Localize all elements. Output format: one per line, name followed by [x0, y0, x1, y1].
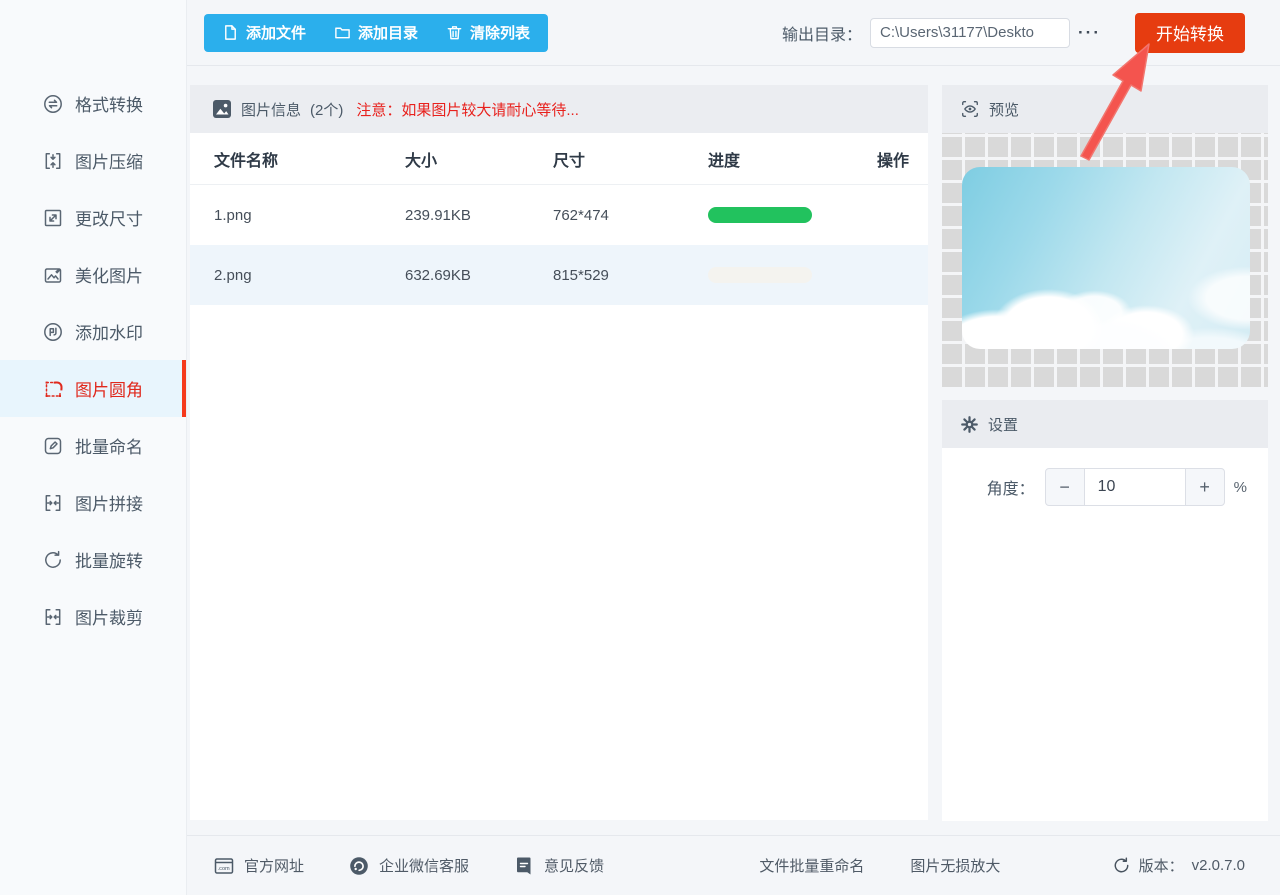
add-directory-button[interactable]: 添加目录: [320, 14, 432, 52]
sidebar-item-resize[interactable]: 更改尺寸: [0, 189, 186, 246]
cell-dimensions: 815*529: [553, 267, 708, 284]
format-convert-icon: [42, 93, 64, 115]
resize-icon: [42, 207, 64, 229]
preview-header: 预览: [942, 85, 1268, 133]
warning-note: 注意：如果图片较大请耐心等待...: [356, 99, 579, 120]
rotate-icon: [42, 549, 64, 571]
table-row: 2.png 632.69KB 815*529: [190, 245, 928, 305]
sidebar-item-beautify[interactable]: 美化图片: [0, 246, 186, 303]
feedback-link[interactable]: 意见反馈: [513, 855, 604, 877]
cell-size: 239.91KB: [405, 207, 553, 224]
col-size: 大小: [405, 147, 553, 171]
transparency-grid: [942, 133, 1268, 387]
preview-eye-icon: [960, 99, 980, 119]
browse-dots-button[interactable]: ···: [1078, 23, 1101, 43]
rounded-corner-icon: [42, 378, 64, 400]
settings-header: 设置: [942, 400, 1268, 448]
sidebar-item-label: 批量旋转: [75, 547, 143, 572]
col-dimensions: 尺寸: [553, 147, 708, 171]
file-count: (2个): [310, 99, 343, 120]
angle-unit: %: [1234, 479, 1247, 496]
sidebar-item-format-convert[interactable]: 格式转换: [0, 75, 186, 132]
sidebar-item-stitch[interactable]: 图片拼接: [0, 474, 186, 531]
sidebar-item-batch-rotate[interactable]: 批量旋转: [0, 531, 186, 588]
settings-body: 角度： − + %: [942, 448, 1268, 821]
settings-panel: 设置 角度： − + %: [942, 400, 1268, 821]
rename-icon: [42, 435, 64, 457]
footer-middle-links: 文件批量重命名 图片无损放大: [759, 855, 1000, 876]
sidebar-item-label: 更改尺寸: [75, 205, 143, 230]
official-site-link[interactable]: .com 官方网址: [213, 855, 304, 877]
sidebar-item-rounded-corner[interactable]: 图片圆角: [0, 360, 186, 417]
decrease-angle-button[interactable]: −: [1045, 468, 1085, 506]
watermark-icon: [42, 321, 64, 343]
stitch-icon: [42, 492, 64, 514]
feedback-icon: [513, 855, 535, 877]
file-list-panel: 图片信息 (2个) 注意：如果图片较大请耐心等待... 文件名称 大小 尺寸 进…: [190, 85, 928, 820]
sidebar-item-label: 添加水印: [75, 319, 143, 344]
sidebar-item-label: 图片裁剪: [75, 604, 143, 629]
progress-bar: [708, 267, 812, 283]
sidebar-item-label: 图片圆角: [75, 376, 143, 401]
col-filename: 文件名称: [190, 147, 405, 171]
clear-list-button[interactable]: 清除列表: [432, 14, 544, 52]
preview-title: 预览: [989, 99, 1019, 120]
col-actions: 操作: [858, 147, 928, 171]
sidebar-item-label: 图片拼接: [75, 490, 143, 515]
angle-stepper: − +: [1045, 468, 1225, 506]
wechat-icon: [348, 855, 370, 877]
angle-label: 角度：: [987, 475, 1035, 499]
version-area: 版本： v2.0.7.0: [1112, 855, 1245, 876]
angle-setting-row: 角度： − + %: [942, 468, 1268, 506]
batch-rename-link[interactable]: 文件批量重命名: [759, 855, 864, 876]
file-panel-header: 图片信息 (2个) 注意：如果图片较大请耐心等待...: [190, 85, 928, 133]
sidebar-item-crop[interactable]: 图片裁剪: [0, 588, 186, 645]
version-value: v2.0.7.0: [1192, 857, 1245, 874]
sidebar-item-label: 图片压缩: [75, 148, 143, 173]
settings-title: 设置: [988, 414, 1018, 435]
wechat-support-link[interactable]: 企业微信客服: [348, 855, 469, 877]
compress-icon: [42, 150, 64, 172]
col-progress: 进度: [708, 147, 858, 171]
sidebar-item-label: 格式转换: [75, 91, 143, 116]
folder-icon: [334, 24, 351, 41]
sidebar-item-label: 批量命名: [75, 433, 143, 458]
cell-size: 632.69KB: [405, 267, 553, 284]
crop-icon: [42, 606, 64, 628]
increase-angle-button[interactable]: +: [1185, 468, 1225, 506]
table-row: 1.png 239.91KB 762*474: [190, 185, 928, 245]
image-info-icon: [212, 99, 232, 119]
cell-dimensions: 762*474: [553, 207, 708, 224]
add-file-button[interactable]: 添加文件: [208, 14, 320, 52]
panel-title: 图片信息: [241, 99, 301, 120]
sidebar-item-label: 美化图片: [75, 262, 143, 287]
preview-image: [962, 167, 1250, 349]
file-actions-group: 添加文件 添加目录 清除列表: [204, 14, 548, 52]
version-label: 版本：: [1139, 855, 1184, 876]
toolbar: 添加文件 添加目录 清除列表 输出目录： ··· 开始转换: [187, 0, 1280, 66]
cell-filename: 2.png: [190, 267, 405, 284]
table-header: 文件名称 大小 尺寸 进度 操作: [190, 133, 928, 185]
footer: .com 官方网址 企业微信客服 意见反馈 文件批量重命名 图片无损放大 版本：…: [187, 835, 1280, 895]
website-icon: .com: [213, 855, 235, 877]
sidebar: 格式转换 图片压缩 更改尺寸 美化图片 添加水印 图片圆角 批量命名: [0, 0, 187, 895]
sidebar-item-compress[interactable]: 图片压缩: [0, 132, 186, 189]
output-dir-label: 输出目录：: [782, 21, 862, 45]
progress-bar: [708, 207, 812, 223]
beautify-icon: [42, 264, 64, 286]
sidebar-item-watermark[interactable]: 添加水印: [0, 303, 186, 360]
lossless-upscale-link[interactable]: 图片无损放大: [910, 855, 1000, 876]
cell-filename: 1.png: [190, 207, 405, 224]
start-convert-button[interactable]: 开始转换: [1135, 13, 1245, 53]
angle-input[interactable]: [1085, 468, 1185, 506]
output-dir-input[interactable]: [870, 18, 1070, 48]
gear-icon: [960, 415, 979, 434]
sidebar-item-batch-rename[interactable]: 批量命名: [0, 417, 186, 474]
preview-panel: 预览: [942, 85, 1268, 387]
trash-icon: [446, 24, 463, 41]
file-icon: [222, 24, 239, 41]
right-column: 预览 设置 角度： − + %: [942, 85, 1268, 820]
refresh-icon[interactable]: [1112, 856, 1131, 875]
svg-text:.com: .com: [218, 866, 230, 872]
